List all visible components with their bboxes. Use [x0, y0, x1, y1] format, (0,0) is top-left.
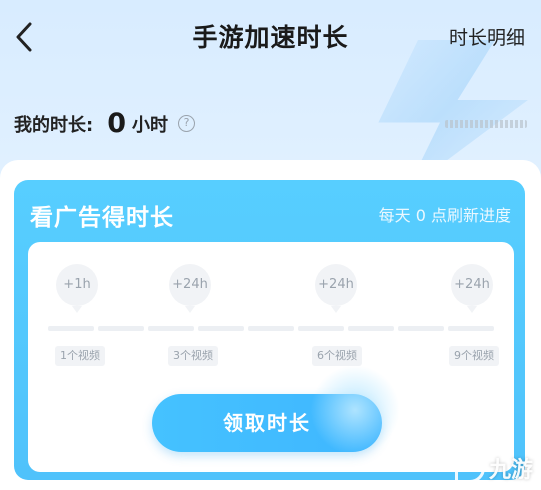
balance-label: 我的时长: [14, 114, 94, 136]
reward-bubble: +24h [451, 264, 493, 313]
balance-value: 0 [107, 108, 126, 139]
progress-segment [298, 326, 344, 331]
progress-track [48, 326, 494, 332]
progress-segment [148, 326, 194, 331]
milestone-4: +24h [450, 264, 494, 313]
progress-segment [398, 326, 444, 331]
blurred-text [445, 120, 527, 128]
time-detail-link[interactable]: 时长明细 [449, 23, 525, 50]
milestone-3: +24h [314, 264, 358, 313]
progress-segment [248, 326, 294, 331]
card-title: 看广告得时长 [30, 205, 174, 231]
top-bar: 手游加速时长 时长明细 [0, 0, 541, 72]
watermark-text: 九游 [488, 458, 533, 483]
help-icon[interactable]: ? [178, 115, 195, 132]
milestone-1: +1h [55, 264, 99, 313]
progress-segment [198, 326, 244, 331]
watermark: 九游 [454, 452, 533, 484]
watermark-logo-icon [454, 453, 485, 483]
progress-segment [448, 326, 494, 331]
video-count-tag: 9个视频 [449, 346, 499, 366]
refresh-note: 每天 0 点刷新进度 [378, 206, 511, 225]
balance-unit: 小时 [132, 114, 168, 136]
reward-bubble: +24h [169, 264, 211, 313]
glare-overlay [310, 365, 400, 455]
progress-segment [348, 326, 394, 331]
progress-segment [98, 326, 144, 331]
reward-bubble: +1h [56, 264, 98, 313]
progress-segment [48, 326, 94, 331]
balance-row: 我的时长: 0 小时 ? [14, 108, 195, 139]
reward-bubble: +24h [315, 264, 357, 313]
video-count-tag: 1个视频 [55, 346, 105, 366]
video-count-tag: 3个视频 [168, 346, 218, 366]
milestone-2: +24h [168, 264, 212, 313]
video-count-tag: 6个视频 [312, 346, 362, 366]
